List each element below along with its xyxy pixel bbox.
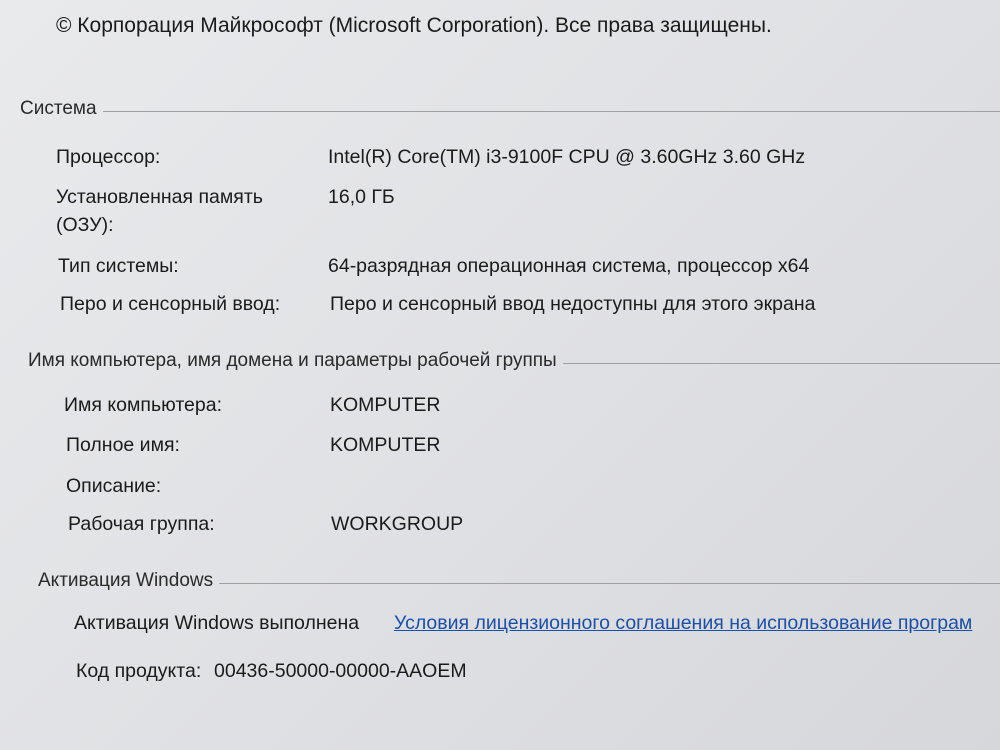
product-key-label: Код продукта: <box>76 660 202 682</box>
full-name-value: KOMPUTER <box>330 434 441 456</box>
pen-touch-value: Перо и сенсорный ввод недоступны для это… <box>330 293 816 315</box>
system-type-value: 64-разрядная операционная система, проце… <box>328 255 810 277</box>
full-name-label: Полное имя: <box>66 434 180 456</box>
license-terms-link[interactable]: Условия лицензионного соглашения на испо… <box>394 612 972 635</box>
workgroup-value: WORKGROUP <box>331 513 464 535</box>
copyright-text: © Корпорация Майкрософт (Microsoft Corpo… <box>56 14 772 37</box>
description-label: Описание: <box>66 475 162 497</box>
computer-name-value: KOMPUTER <box>330 394 441 416</box>
computer-group-header: Имя компьютера, имя домена и параметры р… <box>28 350 1000 372</box>
activation-status-text: Активация Windows выполнена <box>74 612 360 634</box>
memory-label-line1: Установленная память <box>56 186 263 208</box>
activation-group-title: Активация Windows <box>38 570 214 591</box>
system-group-header: Система <box>20 98 1000 120</box>
processor-label: Процессор: <box>56 146 161 168</box>
activation-group-header: Активация Windows <box>38 570 1000 592</box>
workgroup-label: Рабочая группа: <box>68 513 215 535</box>
group-divider <box>562 362 1000 364</box>
pen-touch-label: Перо и сенсорный ввод: <box>60 293 281 315</box>
processor-value: Intel(R) Core(TM) i3-9100F CPU @ 3.60GHz… <box>328 146 806 168</box>
group-divider <box>102 110 1000 112</box>
computer-group-title: Имя компьютера, имя домена и параметры р… <box>28 350 557 371</box>
system-type-label: Тип системы: <box>58 255 179 277</box>
memory-label-line2: (ОЗУ): <box>56 214 114 236</box>
product-key-value: 00436-50000-00000-AAOEM <box>214 660 467 682</box>
system-group-title: Система <box>20 98 97 119</box>
group-divider <box>219 582 1000 584</box>
memory-value: 16,0 ГБ <box>328 186 395 208</box>
computer-name-label: Имя компьютера: <box>64 394 222 416</box>
